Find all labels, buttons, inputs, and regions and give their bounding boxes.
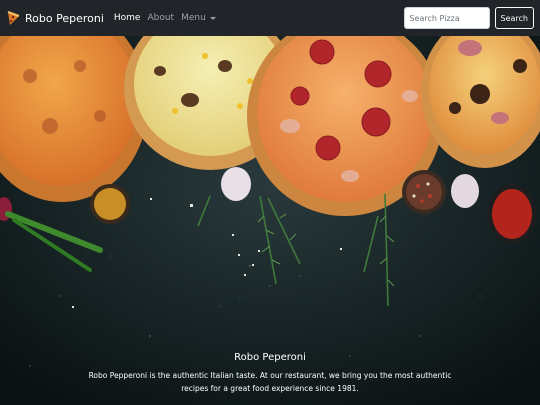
search-input[interactable]	[403, 7, 490, 29]
caption-title: Robo Peperoni	[234, 352, 306, 363]
hero-background-image	[0, 36, 540, 405]
navbar: Robo Peperoni Home About Menu Search	[0, 0, 540, 36]
search-form: Search	[403, 7, 534, 29]
nav-link-home[interactable]: Home	[114, 13, 141, 23]
carousel-caption: Robo Peperoni Robo Pepperoni is the auth…	[0, 352, 540, 395]
menu-dropdown[interactable]: Menu	[181, 13, 216, 23]
caret-down-icon	[209, 16, 216, 20]
pizza-logo-icon	[7, 11, 20, 25]
menu-dropdown-label: Menu	[181, 13, 206, 23]
nav-link-about[interactable]: About	[147, 13, 174, 23]
hero-carousel: Robo Peperoni Robo Pepperoni is the auth…	[0, 36, 540, 405]
caption-text: Robo Pepperoni is the authentic Italian …	[88, 371, 452, 393]
brand[interactable]: Robo Peperoni	[6, 10, 104, 26]
search-button[interactable]: Search	[494, 7, 534, 29]
brand-name: Robo Peperoni	[25, 11, 104, 25]
